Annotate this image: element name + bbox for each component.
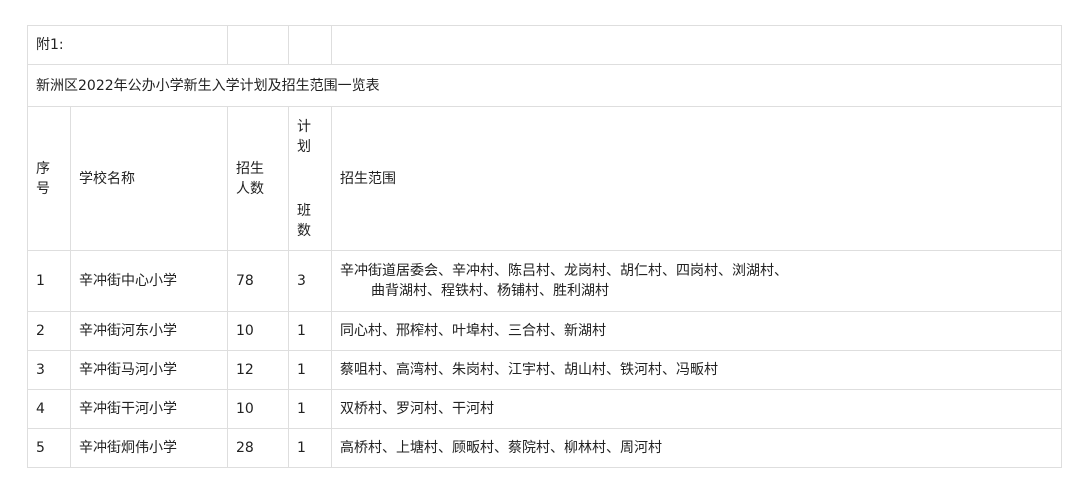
table-row: 5 辛冲街炯伟小学 28 1 高桥村、上塘村、顾畈村、蔡院村、柳林村、周河村 [27, 428, 1062, 468]
header-row: 序 号 学校名称 招生 人数 计 划 班 数 招生范围 [27, 106, 1062, 251]
header-enrollment-line1: 招生 [236, 160, 264, 177]
header-school-name: 学校名称 [70, 106, 228, 251]
row-classes: 1 [288, 428, 332, 468]
row-seq: 3 [27, 350, 71, 390]
title-row: 新洲区2022年公办小学新生入学计划及招生范围一览表 [27, 64, 1062, 107]
note-cell: 附1: [27, 25, 228, 65]
empty-cell [331, 25, 1062, 65]
table-row: 4 辛冲街干河小学 10 1 双桥村、罗河村、干河村 [27, 389, 1062, 429]
row-school: 辛冲街干河小学 [70, 389, 228, 429]
table-row: 2 辛冲街河东小学 10 1 同心村、邢榨村、叶埠村、三合村、新湖村 [27, 311, 1062, 351]
row-scope: 蔡咀村、高湾村、朱岗村、江宇村、胡山村、铁河村、冯畈村 [331, 350, 1062, 390]
row-classes: 1 [288, 389, 332, 429]
header-enrollment-line2: 人数 [236, 180, 264, 197]
row-school: 辛冲街马河小学 [70, 350, 228, 390]
header-classes-line1: 班 [297, 202, 311, 219]
header-classes-line2: 数 [297, 222, 311, 239]
row-classes: 3 [288, 250, 332, 312]
row-scope-line2: 曲背湖村、程铁村、杨铺村、胜利湖村 [371, 283, 609, 299]
row-classes: 1 [288, 311, 332, 351]
row-scope-line1: 辛冲街道居委会、辛冲村、陈吕村、龙岗村、胡仁村、四岗村、浏湖村、 [340, 263, 788, 279]
row-enrollment: 28 [227, 428, 289, 468]
row-seq: 1 [27, 250, 71, 312]
header-seq: 序 号 [27, 106, 71, 251]
row-school: 辛冲街河东小学 [70, 311, 228, 351]
row-classes: 1 [288, 350, 332, 390]
header-seq-line1: 序 [36, 160, 50, 177]
empty-cell [288, 25, 332, 65]
row-school: 辛冲街中心小学 [70, 250, 228, 312]
row-scope: 高桥村、上塘村、顾畈村、蔡院村、柳林村、周河村 [331, 428, 1062, 468]
table-row: 1 辛冲街中心小学 78 3 辛冲街道居委会、辛冲村、陈吕村、龙岗村、胡仁村、四… [27, 250, 1062, 312]
row-scope: 双桥村、罗河村、干河村 [331, 389, 1062, 429]
row-scope: 辛冲街道居委会、辛冲村、陈吕村、龙岗村、胡仁村、四岗村、浏湖村、 曲背湖村、程铁… [331, 250, 1062, 312]
row-enrollment: 10 [227, 311, 289, 351]
header-seq-line2: 号 [36, 180, 50, 197]
row-seq: 4 [27, 389, 71, 429]
row-school: 辛冲街炯伟小学 [70, 428, 228, 468]
row-seq: 5 [27, 428, 71, 468]
header-plan-line1: 计 [297, 118, 311, 135]
row-enrollment: 10 [227, 389, 289, 429]
header-enrollment: 招生 人数 [227, 106, 289, 251]
empty-cell [227, 25, 289, 65]
note-row: 附1: [27, 25, 1062, 65]
row-enrollment: 78 [227, 250, 289, 312]
row-seq: 2 [27, 311, 71, 351]
table-title: 新洲区2022年公办小学新生入学计划及招生范围一览表 [27, 64, 1062, 107]
table-row: 3 辛冲街马河小学 12 1 蔡咀村、高湾村、朱岗村、江宇村、胡山村、铁河村、冯… [27, 350, 1062, 390]
row-enrollment: 12 [227, 350, 289, 390]
header-scope: 招生范围 [331, 106, 1062, 251]
header-plan-classes: 计 划 班 数 [288, 106, 332, 251]
row-scope: 同心村、邢榨村、叶埠村、三合村、新湖村 [331, 311, 1062, 351]
enrollment-plan-table: 附1: 新洲区2022年公办小学新生入学计划及招生范围一览表 序 号 学校名称 … [27, 25, 1062, 468]
header-plan-line2: 划 [297, 138, 311, 155]
